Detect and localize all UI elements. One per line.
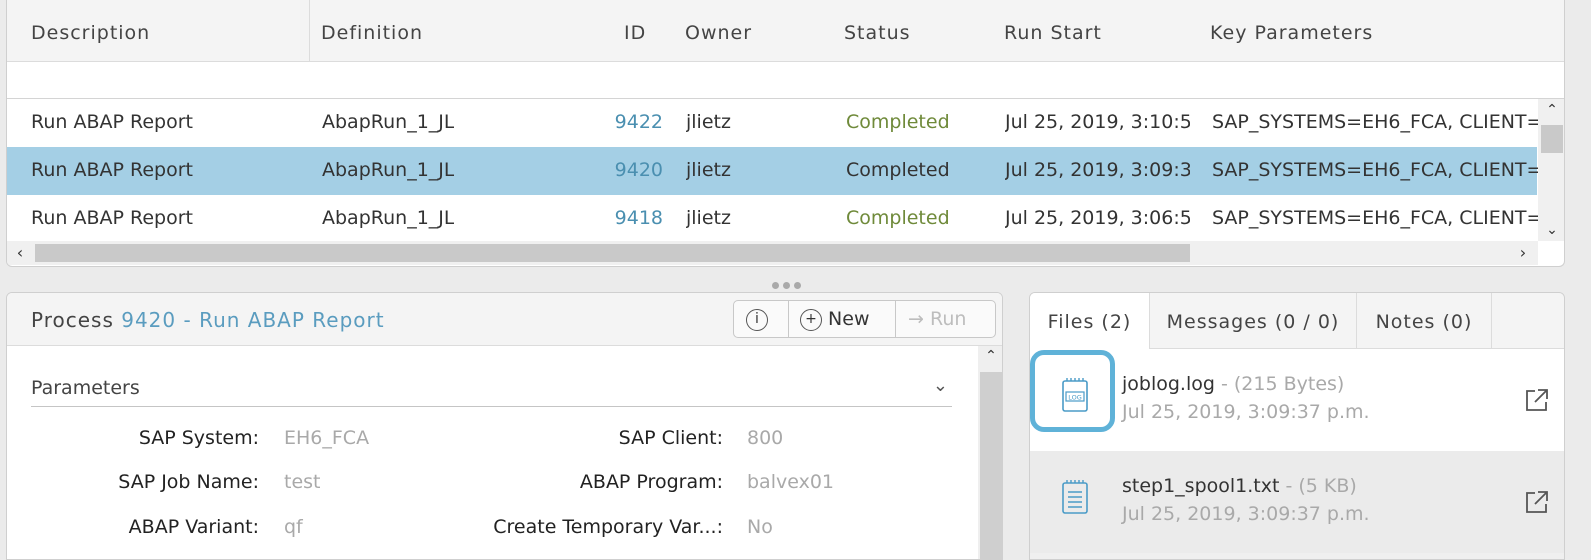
cell-id-link[interactable]: 9422 <box>603 111 663 133</box>
plus-circle-icon: + <box>800 308 822 331</box>
cell-owner: jlietz <box>686 207 731 229</box>
process-details-panel: Process 9420 - Run ABAP Report i + New →… <box>6 292 1003 560</box>
run-button[interactable]: → Run <box>908 301 966 337</box>
cell-key-parameters: SAP_SYSTEMS=EH6_FCA, CLIENT=800 <box>1212 207 1538 229</box>
cell-description: Run ABAP Report <box>31 207 193 229</box>
cell-id-link[interactable]: 9418 <box>603 207 663 229</box>
scroll-up-icon[interactable]: ⌃ <box>1538 99 1564 121</box>
tab-bar: Files (2) Messages (0 / 0) Notes (0) <box>1030 293 1564 350</box>
grid-header: Description Definition ID Owner Status R… <box>7 0 1564 62</box>
param-value: EH6_FCA <box>284 427 370 449</box>
cell-status: Completed <box>846 159 950 181</box>
grid-horizontal-scrollbar[interactable]: ‹ › <box>7 241 1538 265</box>
section-label: Parameters <box>31 377 140 399</box>
filter-row[interactable] <box>7 62 1564 99</box>
file-size: - (5 KB) <box>1279 475 1357 497</box>
column-header-key-parameters[interactable]: Key Parameters <box>1210 22 1373 44</box>
grid-vertical-scrollbar[interactable]: ⌃ ⌄ <box>1538 99 1564 241</box>
scroll-left-icon[interactable]: ‹ <box>7 241 33 265</box>
tab-files[interactable]: Files (2) <box>1030 293 1150 350</box>
column-header-owner[interactable]: Owner <box>685 22 752 44</box>
cell-key-parameters: SAP_SYSTEMS=EH6_FCA, CLIENT=800 <box>1212 111 1538 133</box>
column-header-id[interactable]: ID <box>624 22 646 44</box>
new-button-label: New <box>828 308 870 330</box>
focus-highlight <box>1030 350 1115 432</box>
cell-definition: AbapRun_1_JL <box>322 207 455 229</box>
info-icon: i <box>746 308 768 331</box>
process-header: Process 9420 - Run ABAP Report i + New →… <box>7 293 1002 346</box>
table-row[interactable]: Run ABAP Report AbapRun_1_JL 9422 jlietz… <box>7 99 1538 147</box>
column-header-run-start[interactable]: Run Start <box>1004 22 1102 44</box>
cell-id-link[interactable]: 9420 <box>603 159 663 181</box>
scroll-right-icon[interactable]: › <box>1510 241 1536 265</box>
file-name-text[interactable]: joblog.log <box>1122 373 1215 395</box>
file-name[interactable]: step1_spool1.txt - (5 KB) <box>1122 475 1357 497</box>
param-label: Create Temporary Var...: <box>493 516 723 538</box>
scrollbar-thumb[interactable] <box>1541 125 1563 153</box>
file-name-text[interactable]: step1_spool1.txt <box>1122 475 1279 497</box>
cell-status: Completed <box>846 207 950 229</box>
table-row[interactable]: Run ABAP Report AbapRun_1_JL 9418 jlietz… <box>7 195 1538 243</box>
column-header-description[interactable]: Description <box>31 22 150 44</box>
tab-notes[interactable]: Notes (0) <box>1357 293 1492 349</box>
run-button-label: Run <box>929 308 967 330</box>
tab-messages[interactable]: Messages (0 / 0) <box>1150 293 1357 349</box>
text-file-icon <box>1062 480 1088 514</box>
open-external-icon[interactable] <box>1524 489 1550 515</box>
file-size: - (215 Bytes) <box>1214 373 1345 395</box>
page-title: Process 9420 - Run ABAP Report <box>31 308 385 332</box>
param-value: 800 <box>747 427 784 449</box>
param-label: ABAP Variant: <box>128 516 259 538</box>
param-value: No <box>747 516 773 538</box>
column-header-definition[interactable]: Definition <box>321 22 423 44</box>
file-date: Jul 25, 2019, 3:09:37 p.m. <box>1122 503 1370 525</box>
cell-run-start: Jul 25, 2019, 3:10:5... <box>1005 111 1190 133</box>
cell-key-parameters: SAP_SYSTEMS=EH6_FCA, CLIENT=800 <box>1212 159 1538 181</box>
file-name[interactable]: joblog.log - (215 Bytes) <box>1122 373 1344 395</box>
param-label: SAP Client: <box>618 427 723 449</box>
param-label: ABAP Program: <box>579 471 723 493</box>
scrollbar-thumb[interactable] <box>35 244 1190 262</box>
chevron-down-icon[interactable]: ⌄ <box>933 375 948 396</box>
column-header-status[interactable]: Status <box>844 22 911 44</box>
process-title-prefix: Process <box>31 308 114 332</box>
param-value: qf <box>284 516 303 538</box>
open-external-icon[interactable] <box>1524 387 1550 413</box>
arrow-right-icon: → <box>908 308 924 330</box>
param-value: test <box>284 471 321 493</box>
process-title-link[interactable]: 9420 - Run ABAP Report <box>121 308 384 332</box>
file-date: Jul 25, 2019, 3:09:37 p.m. <box>1122 401 1370 423</box>
column-divider[interactable] <box>309 0 310 62</box>
cell-run-start: Jul 25, 2019, 3:06:5... <box>1005 207 1190 229</box>
cell-run-start: Jul 25, 2019, 3:09:3... <box>1005 159 1190 181</box>
cell-owner: jlietz <box>686 111 731 133</box>
parameters-section-header[interactable]: Parameters ⌄ <box>31 375 952 407</box>
pane-splitter-handle[interactable] <box>770 274 810 289</box>
scroll-up-icon[interactable]: ⌃ <box>978 348 1002 364</box>
table-row-selected[interactable]: Run ABAP Report AbapRun_1_JL 9420 jlietz… <box>7 147 1538 195</box>
cell-description: Run ABAP Report <box>31 159 193 181</box>
cell-status: Completed <box>846 111 950 133</box>
scrollbar-thumb[interactable] <box>980 372 1002 559</box>
param-value: balvex01 <box>747 471 835 493</box>
info-button[interactable]: i <box>746 301 776 337</box>
cell-definition: AbapRun_1_JL <box>322 159 455 181</box>
file-list-item[interactable]: step1_spool1.txt - (5 KB) Jul 25, 2019, … <box>1030 451 1564 553</box>
scroll-down-icon[interactable]: ⌄ <box>1538 219 1564 241</box>
panel-vertical-scrollbar[interactable]: ⌃ <box>978 346 1002 559</box>
param-label: SAP Job Name: <box>118 471 259 493</box>
new-button[interactable]: + New <box>800 301 870 337</box>
process-toolbar: i + New → Run <box>733 300 996 338</box>
process-grid: Description Definition ID Owner Status R… <box>6 0 1565 267</box>
cell-definition: AbapRun_1_JL <box>322 111 455 133</box>
cell-owner: jlietz <box>686 159 731 181</box>
param-label: SAP System: <box>138 427 259 449</box>
cell-description: Run ABAP Report <box>31 111 193 133</box>
